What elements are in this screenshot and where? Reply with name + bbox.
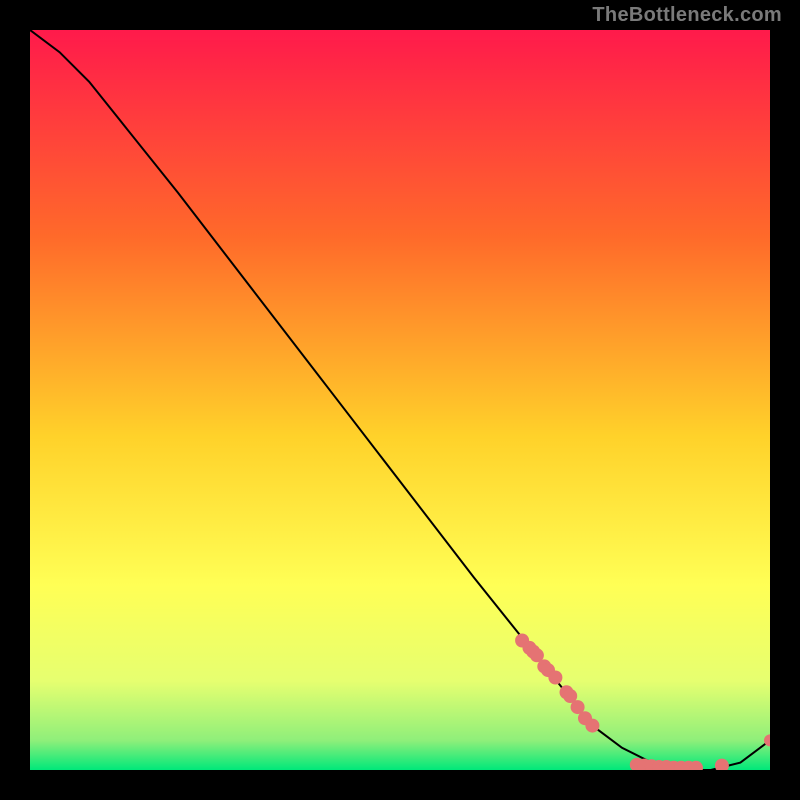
watermark-text: TheBottleneck.com — [592, 4, 782, 27]
plot-area — [30, 30, 770, 770]
chart-svg — [30, 30, 770, 770]
chart-stage: TheBottleneck.com — [0, 0, 800, 800]
data-point — [585, 719, 599, 733]
gradient-background — [30, 30, 770, 770]
data-point — [548, 671, 562, 685]
